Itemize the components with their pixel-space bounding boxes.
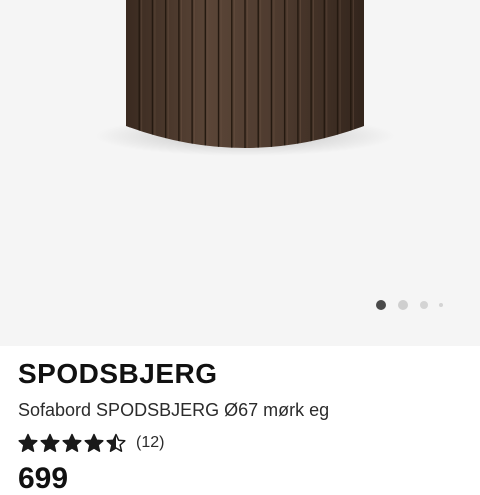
carousel-dot-4[interactable] <box>439 303 443 307</box>
rating-stars <box>18 433 128 453</box>
carousel-dot-3[interactable] <box>420 301 428 309</box>
star-full-icon <box>40 433 60 452</box>
product-rating[interactable]: (12) <box>18 432 164 454</box>
product-subtitle: Sofabord SPODSBJERG Ø67 mørk eg <box>18 400 330 420</box>
star-half-icon <box>106 433 126 452</box>
carousel-dot-2[interactable] <box>398 300 408 310</box>
product-image-area[interactable] <box>0 0 480 346</box>
image-carousel-dots <box>370 298 450 312</box>
product-brand: SPODSBJERG <box>18 358 218 389</box>
star-full-icon <box>18 433 38 452</box>
product-info: SPODSBJERG Sofabord SPODSBJERG Ø67 mørk … <box>0 346 480 494</box>
product-price: 699 <box>18 462 69 495</box>
product-image-coffee-table[interactable] <box>0 0 480 346</box>
star-full-icon <box>84 433 104 452</box>
carousel-dot-1[interactable] <box>376 300 386 310</box>
star-full-icon <box>62 433 82 452</box>
review-count[interactable]: (12) <box>136 434 164 452</box>
